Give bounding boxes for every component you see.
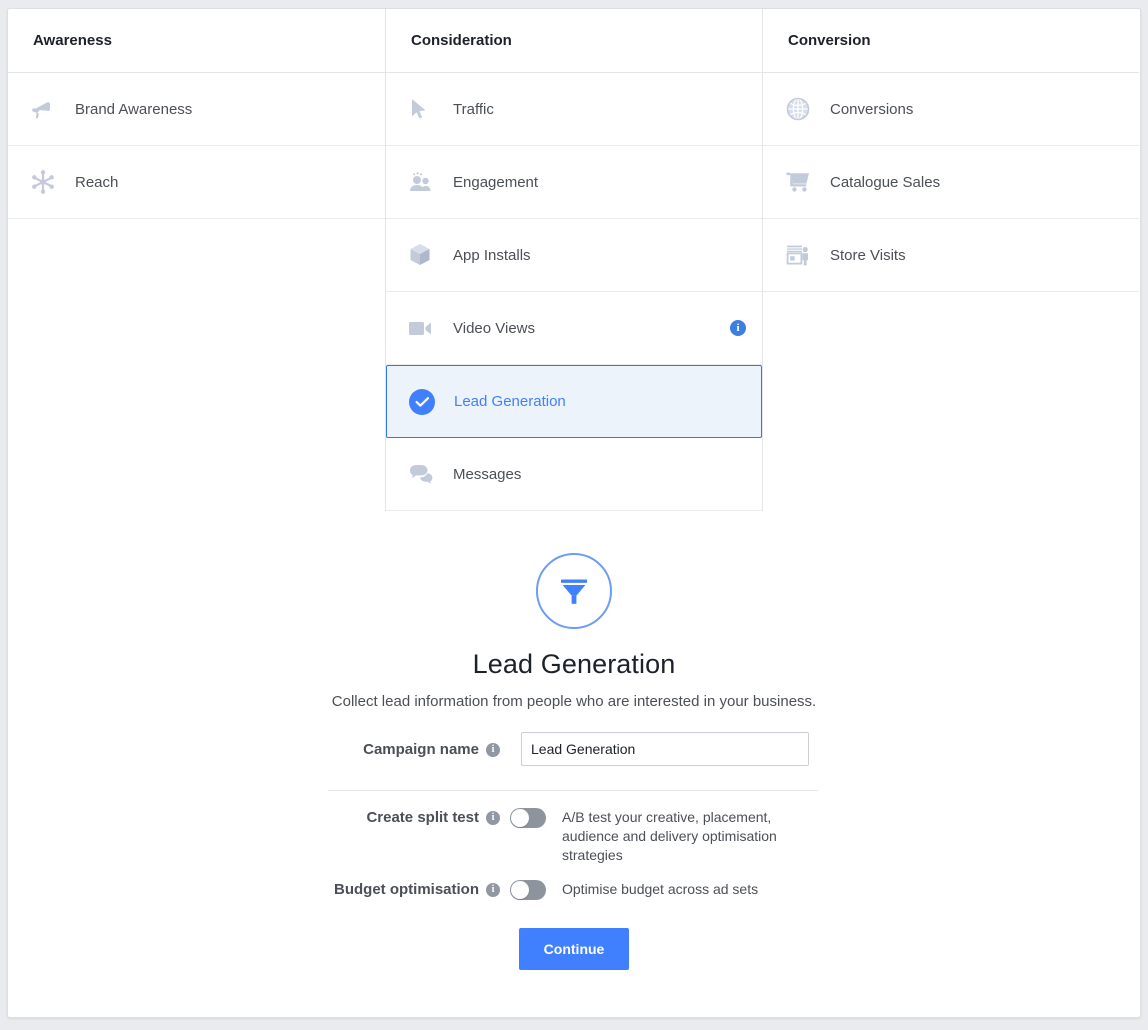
people-icon bbox=[408, 167, 442, 197]
storefront-icon bbox=[785, 240, 819, 270]
split-test-label-text: Create split test bbox=[366, 809, 479, 826]
objective-item-reach[interactable]: Reach bbox=[8, 146, 385, 219]
objective-detail-panel: Lead Generation Collect lead information… bbox=[8, 511, 1140, 970]
objective-label: Store Visits bbox=[830, 246, 906, 264]
objective-item-catalogue-sales[interactable]: Catalogue Sales bbox=[763, 146, 1139, 219]
budget-optimisation-description: Optimise budget across ad sets bbox=[562, 881, 759, 897]
campaign-objective-card: Awareness Brand Awareness Reach Consider… bbox=[7, 8, 1141, 1018]
info-icon[interactable]: i bbox=[730, 320, 746, 336]
campaign-name-label-text: Campaign name bbox=[363, 741, 479, 758]
campaign-name-input[interactable] bbox=[521, 732, 809, 766]
campaign-form: Campaign name i Create split test i A/B te… bbox=[328, 710, 820, 970]
objective-label: Conversions bbox=[830, 100, 914, 118]
objective-label: Catalogue Sales bbox=[830, 173, 941, 191]
budget-optimisation-toggle[interactable] bbox=[510, 880, 546, 900]
split-test-label: Create split test i bbox=[328, 807, 510, 826]
budget-optimisation-label-text: Budget optimisation bbox=[334, 881, 479, 898]
budget-optimisation-row: Budget optimisation i Optimise budget acr… bbox=[328, 879, 820, 900]
objective-item-app-installs[interactable]: App Installs bbox=[386, 219, 762, 292]
objective-label: Lead Generation bbox=[454, 393, 566, 410]
globe-icon bbox=[785, 94, 819, 124]
campaign-name-label: Campaign name i bbox=[328, 732, 510, 758]
objective-label: App Installs bbox=[453, 246, 531, 264]
cube-icon bbox=[408, 240, 442, 270]
objective-label: Messages bbox=[453, 465, 522, 483]
page-root: Awareness Brand Awareness Reach Consider… bbox=[0, 0, 1148, 1030]
funnel-icon bbox=[536, 553, 612, 629]
info-icon[interactable]: i bbox=[486, 743, 500, 758]
column-header-conversion: Conversion bbox=[763, 9, 1139, 73]
column-header-consideration: Consideration bbox=[386, 9, 762, 73]
continue-button-wrap: Continue bbox=[328, 928, 820, 970]
cursor-icon bbox=[408, 94, 442, 124]
check-circle-icon bbox=[409, 387, 443, 417]
column-header-awareness: Awareness bbox=[8, 9, 385, 73]
video-camera-icon bbox=[408, 313, 442, 343]
objective-label: Reach bbox=[75, 173, 119, 191]
objective-column-awareness: Awareness Brand Awareness Reach bbox=[8, 9, 385, 511]
campaign-name-field-wrap bbox=[510, 732, 820, 766]
objective-item-store-visits[interactable]: Store Visits bbox=[763, 219, 1139, 292]
objective-label: Engagement bbox=[453, 173, 539, 191]
page-title: Lead Generation bbox=[472, 649, 676, 679]
info-icon[interactable]: i bbox=[486, 811, 500, 826]
split-test-description: A/B test your creative, placement, audie… bbox=[562, 809, 777, 863]
toggle-knob bbox=[511, 881, 529, 899]
objective-item-engagement[interactable]: Engagement bbox=[386, 146, 762, 219]
objective-label: Video Views bbox=[453, 319, 536, 337]
objective-item-lead-generation[interactable]: Lead Generation bbox=[386, 365, 762, 438]
objective-item-conversions[interactable]: Conversions bbox=[763, 73, 1139, 146]
form-divider bbox=[328, 790, 818, 791]
split-test-row: Create split test i A/B test your creativ… bbox=[328, 807, 820, 865]
objective-item-messages[interactable]: Messages bbox=[386, 438, 762, 511]
objective-column-conversion: Conversion Conversions Catalogue Sales S… bbox=[762, 9, 1139, 511]
shopping-cart-icon bbox=[785, 167, 819, 197]
objective-label: Brand Awareness bbox=[75, 100, 193, 118]
objective-item-video-views[interactable]: Video Views i bbox=[386, 292, 762, 365]
split-test-toggle[interactable] bbox=[510, 808, 546, 828]
info-icon[interactable]: i bbox=[486, 883, 500, 898]
objective-item-brand-awareness[interactable]: Brand Awareness bbox=[8, 73, 385, 146]
budget-optimisation-label: Budget optimisation i bbox=[328, 879, 510, 898]
objective-grid: Awareness Brand Awareness Reach Consider… bbox=[8, 9, 1140, 511]
continue-button[interactable]: Continue bbox=[519, 928, 629, 970]
messages-icon bbox=[408, 459, 442, 489]
objective-column-consideration: Consideration Traffic Engagement App Ins… bbox=[385, 9, 762, 511]
reach-icon bbox=[30, 167, 64, 197]
objective-item-traffic[interactable]: Traffic bbox=[386, 73, 762, 146]
objective-label: Traffic bbox=[453, 100, 494, 118]
toggle-knob bbox=[511, 809, 529, 827]
campaign-name-row: Campaign name i bbox=[328, 732, 820, 766]
page-description: Collect lead information from people who… bbox=[331, 693, 817, 710]
megaphone-icon bbox=[30, 94, 64, 124]
